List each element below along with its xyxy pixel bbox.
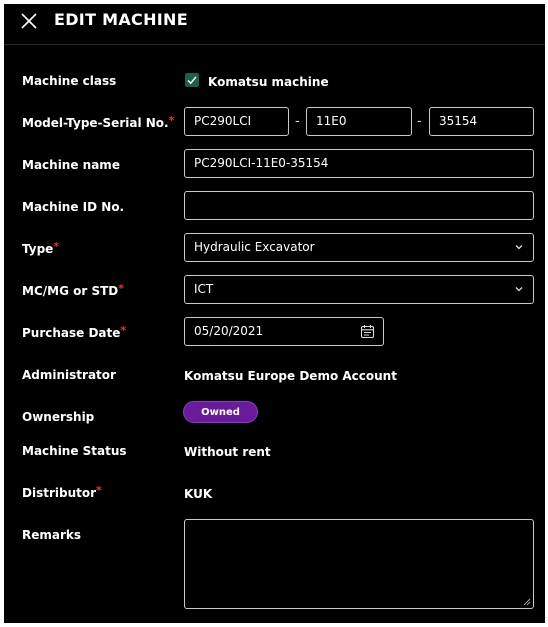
close-icon[interactable] bbox=[20, 12, 38, 30]
separator: - bbox=[417, 114, 422, 129]
panel-header: EDIT MACHINE bbox=[4, 4, 545, 45]
administrator-value: Komatsu Europe Demo Account bbox=[184, 369, 397, 383]
separator: - bbox=[295, 114, 300, 129]
serial-input[interactable]: 35154 bbox=[429, 107, 534, 136]
resize-handle-icon[interactable] bbox=[523, 598, 531, 606]
calendar-icon[interactable] bbox=[360, 324, 375, 339]
mc-mg-std-label: MC/MG or STD* bbox=[22, 282, 124, 298]
page-title: EDIT MACHINE bbox=[54, 10, 188, 29]
model-type-serial-label: Model-Type-Serial No.* bbox=[22, 114, 175, 130]
remarks-label: Remarks bbox=[22, 528, 82, 542]
edit-machine-panel: EDIT MACHINE Machine class Komatsu machi… bbox=[4, 4, 545, 623]
ownership-label: Ownership bbox=[22, 410, 95, 424]
type-label: Type* bbox=[22, 240, 60, 256]
mc-mg-std-select-value: ICT bbox=[194, 282, 214, 296]
komatsu-machine-checkbox[interactable] bbox=[185, 73, 199, 87]
purchase-date-value: 05/20/2021 bbox=[194, 324, 264, 338]
machine-name-input[interactable]: PC290LCI-11E0-35154 bbox=[184, 149, 534, 178]
machine-name-label: Machine name bbox=[22, 158, 120, 172]
type-select[interactable]: Hydraulic Excavator bbox=[184, 233, 534, 262]
purchase-date-label: Purchase Date* bbox=[22, 324, 127, 340]
mc-mg-std-select[interactable]: ICT bbox=[184, 275, 534, 304]
type-code-input[interactable]: 11E0 bbox=[306, 107, 412, 136]
distributor-label: Distributor* bbox=[22, 484, 102, 500]
komatsu-machine-label: Komatsu machine bbox=[208, 75, 329, 89]
purchase-date-input[interactable]: 05/20/2021 bbox=[184, 317, 384, 346]
machine-status-label: Machine Status bbox=[22, 444, 127, 458]
machine-id-label: Machine ID No. bbox=[22, 200, 125, 214]
model-input[interactable]: PC290LCI bbox=[184, 107, 289, 136]
check-icon bbox=[187, 76, 197, 85]
chevron-down-icon bbox=[515, 245, 523, 250]
remarks-textarea[interactable] bbox=[184, 519, 534, 609]
type-select-value: Hydraulic Excavator bbox=[194, 240, 315, 254]
administrator-label: Administrator bbox=[22, 368, 116, 382]
machine-class-label: Machine class bbox=[22, 74, 117, 88]
machine-status-value: Without rent bbox=[184, 445, 271, 459]
machine-id-input[interactable] bbox=[184, 191, 534, 220]
ownership-badge: Owned bbox=[183, 401, 258, 423]
distributor-value: KUK bbox=[184, 487, 213, 501]
chevron-down-icon bbox=[515, 287, 523, 292]
